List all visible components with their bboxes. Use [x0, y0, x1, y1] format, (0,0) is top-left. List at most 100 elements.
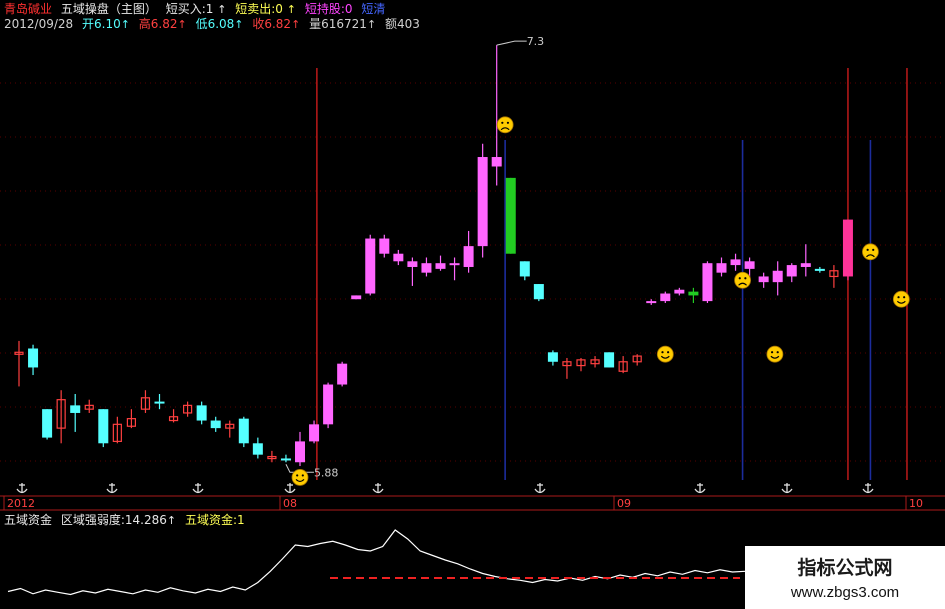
short-buy-label: 短买入:1 — [165, 2, 214, 16]
candle-body — [814, 268, 825, 271]
fund-label: 五域资金:1 — [184, 513, 245, 527]
axis-strip — [0, 496, 945, 510]
candles — [14, 45, 853, 467]
short-sell-label: 短卖出:0 — [235, 2, 283, 16]
trade-date: 2012/09/28 — [4, 17, 74, 31]
candle-body — [688, 291, 699, 296]
low-label: 5.88 — [314, 466, 339, 479]
date-axis: 2012 08 09 10 — [0, 483, 945, 511]
amount: 额403 — [384, 17, 420, 31]
candle-body — [351, 295, 362, 300]
smile-icon — [892, 290, 910, 308]
watermark: 指标公式网 www.zbgs3.com — [745, 546, 945, 609]
smile-icon — [656, 345, 674, 363]
anchor-icon — [372, 483, 384, 494]
volume: 量616721 — [309, 17, 367, 31]
stock-name: 青岛碱业 — [4, 2, 53, 16]
candle-body — [337, 363, 348, 385]
volume-arrow: ↑ — [366, 18, 377, 31]
anchor-icon — [862, 483, 874, 494]
anchor-icon — [284, 483, 296, 494]
low-price: 低6.08 — [195, 17, 235, 31]
axis-tick-label: 2012 — [7, 497, 35, 510]
candle-body — [70, 405, 81, 413]
fund-line — [7, 529, 746, 596]
close-arrow: ↑ — [291, 18, 301, 31]
short-sell-arrow: ↑ — [286, 3, 296, 16]
candle-body — [674, 289, 685, 294]
candle-body — [772, 270, 783, 283]
candle-body — [421, 263, 432, 273]
candle-body — [154, 401, 165, 404]
candle-body — [435, 263, 446, 269]
short-buy-arrow: ↑ — [217, 3, 227, 16]
strength-arrow: ↑ — [166, 514, 177, 527]
smile-icon — [766, 345, 784, 363]
candle-body — [842, 219, 853, 277]
candle-body — [295, 441, 305, 463]
candle-body — [210, 420, 221, 429]
candle-body — [547, 352, 558, 362]
candle-body — [28, 348, 39, 368]
candle-body — [365, 238, 376, 294]
peak-leader — [496, 40, 527, 46]
anchor-icon — [16, 483, 28, 494]
candle-body — [744, 261, 755, 269]
smile-icon — [291, 469, 309, 486]
candle-body — [800, 263, 811, 267]
candle-body — [604, 352, 615, 368]
candle-body — [196, 405, 207, 421]
candle-body — [786, 265, 797, 277]
anchor-icon — [106, 483, 118, 494]
peak-label: 7.3 — [527, 35, 545, 48]
candle-body — [393, 253, 404, 262]
short-hold-label: 短持股:0 — [304, 2, 353, 16]
candle-body — [660, 293, 671, 302]
fund-line-panel — [7, 529, 746, 596]
candle-body — [716, 263, 727, 273]
lower-panel-header: 五域资金 区域强弱度:14.286↑ 五域资金:1 — [4, 513, 245, 528]
candle-body — [42, 409, 53, 438]
high-arrow: ↑ — [177, 18, 187, 31]
indicator-header: 青岛碱业 五域操盘（主图） 短买入:1 ↑ 短卖出:0 ↑ 短持股:0 短清 — [4, 2, 385, 17]
candle-body — [238, 418, 249, 444]
close-price: 收6.82 — [252, 17, 292, 31]
candle-body — [252, 443, 263, 455]
axis-tick-label: 08 — [283, 497, 297, 510]
anchor-icon — [694, 483, 706, 494]
candle-body — [477, 157, 488, 247]
frown-icon — [496, 116, 514, 134]
anchor-icon — [781, 483, 793, 494]
high-price: 高6.82 — [138, 17, 178, 31]
strength-label: 区域强弱度:14.286 — [60, 513, 167, 527]
open-arrow: ↑ — [120, 18, 130, 31]
candle-body — [758, 276, 769, 283]
candle-body — [702, 263, 713, 302]
candle-body — [323, 384, 334, 425]
candle-body — [280, 458, 291, 461]
anchor-icon — [534, 483, 546, 494]
candle-body — [519, 261, 530, 277]
axis-tick-label: 09 — [617, 497, 631, 510]
watermark-url: www.zbgs3.com — [790, 584, 900, 601]
candle-body — [449, 263, 460, 266]
candle-body — [533, 284, 544, 300]
open-price: 开6.10 — [82, 17, 121, 31]
frown-icon — [734, 271, 751, 289]
indicator-title: 五域操盘（主图） — [60, 2, 157, 16]
price-info-bar: 2012/09/28 开6.10↑ 高6.82↑ 低6.08↑ 收6.82↑ 量… — [4, 17, 420, 32]
candle-body — [463, 246, 474, 267]
candle-body — [491, 157, 502, 167]
anchor-icon — [192, 483, 204, 494]
short-clear-label: 短清 — [361, 2, 386, 16]
axis-tick-label: 10 — [909, 497, 923, 510]
annotations: 7.3 5.88 — [285, 35, 910, 486]
candle-body — [407, 261, 418, 267]
low-arrow: ↑ — [234, 18, 244, 31]
candle-body — [505, 177, 516, 254]
candle-body — [646, 301, 657, 304]
candle-body — [98, 409, 109, 444]
lower-indicator-name: 五域资金 — [4, 513, 53, 527]
watermark-title: 指标公式网 — [797, 557, 893, 579]
candle-body — [730, 259, 741, 266]
